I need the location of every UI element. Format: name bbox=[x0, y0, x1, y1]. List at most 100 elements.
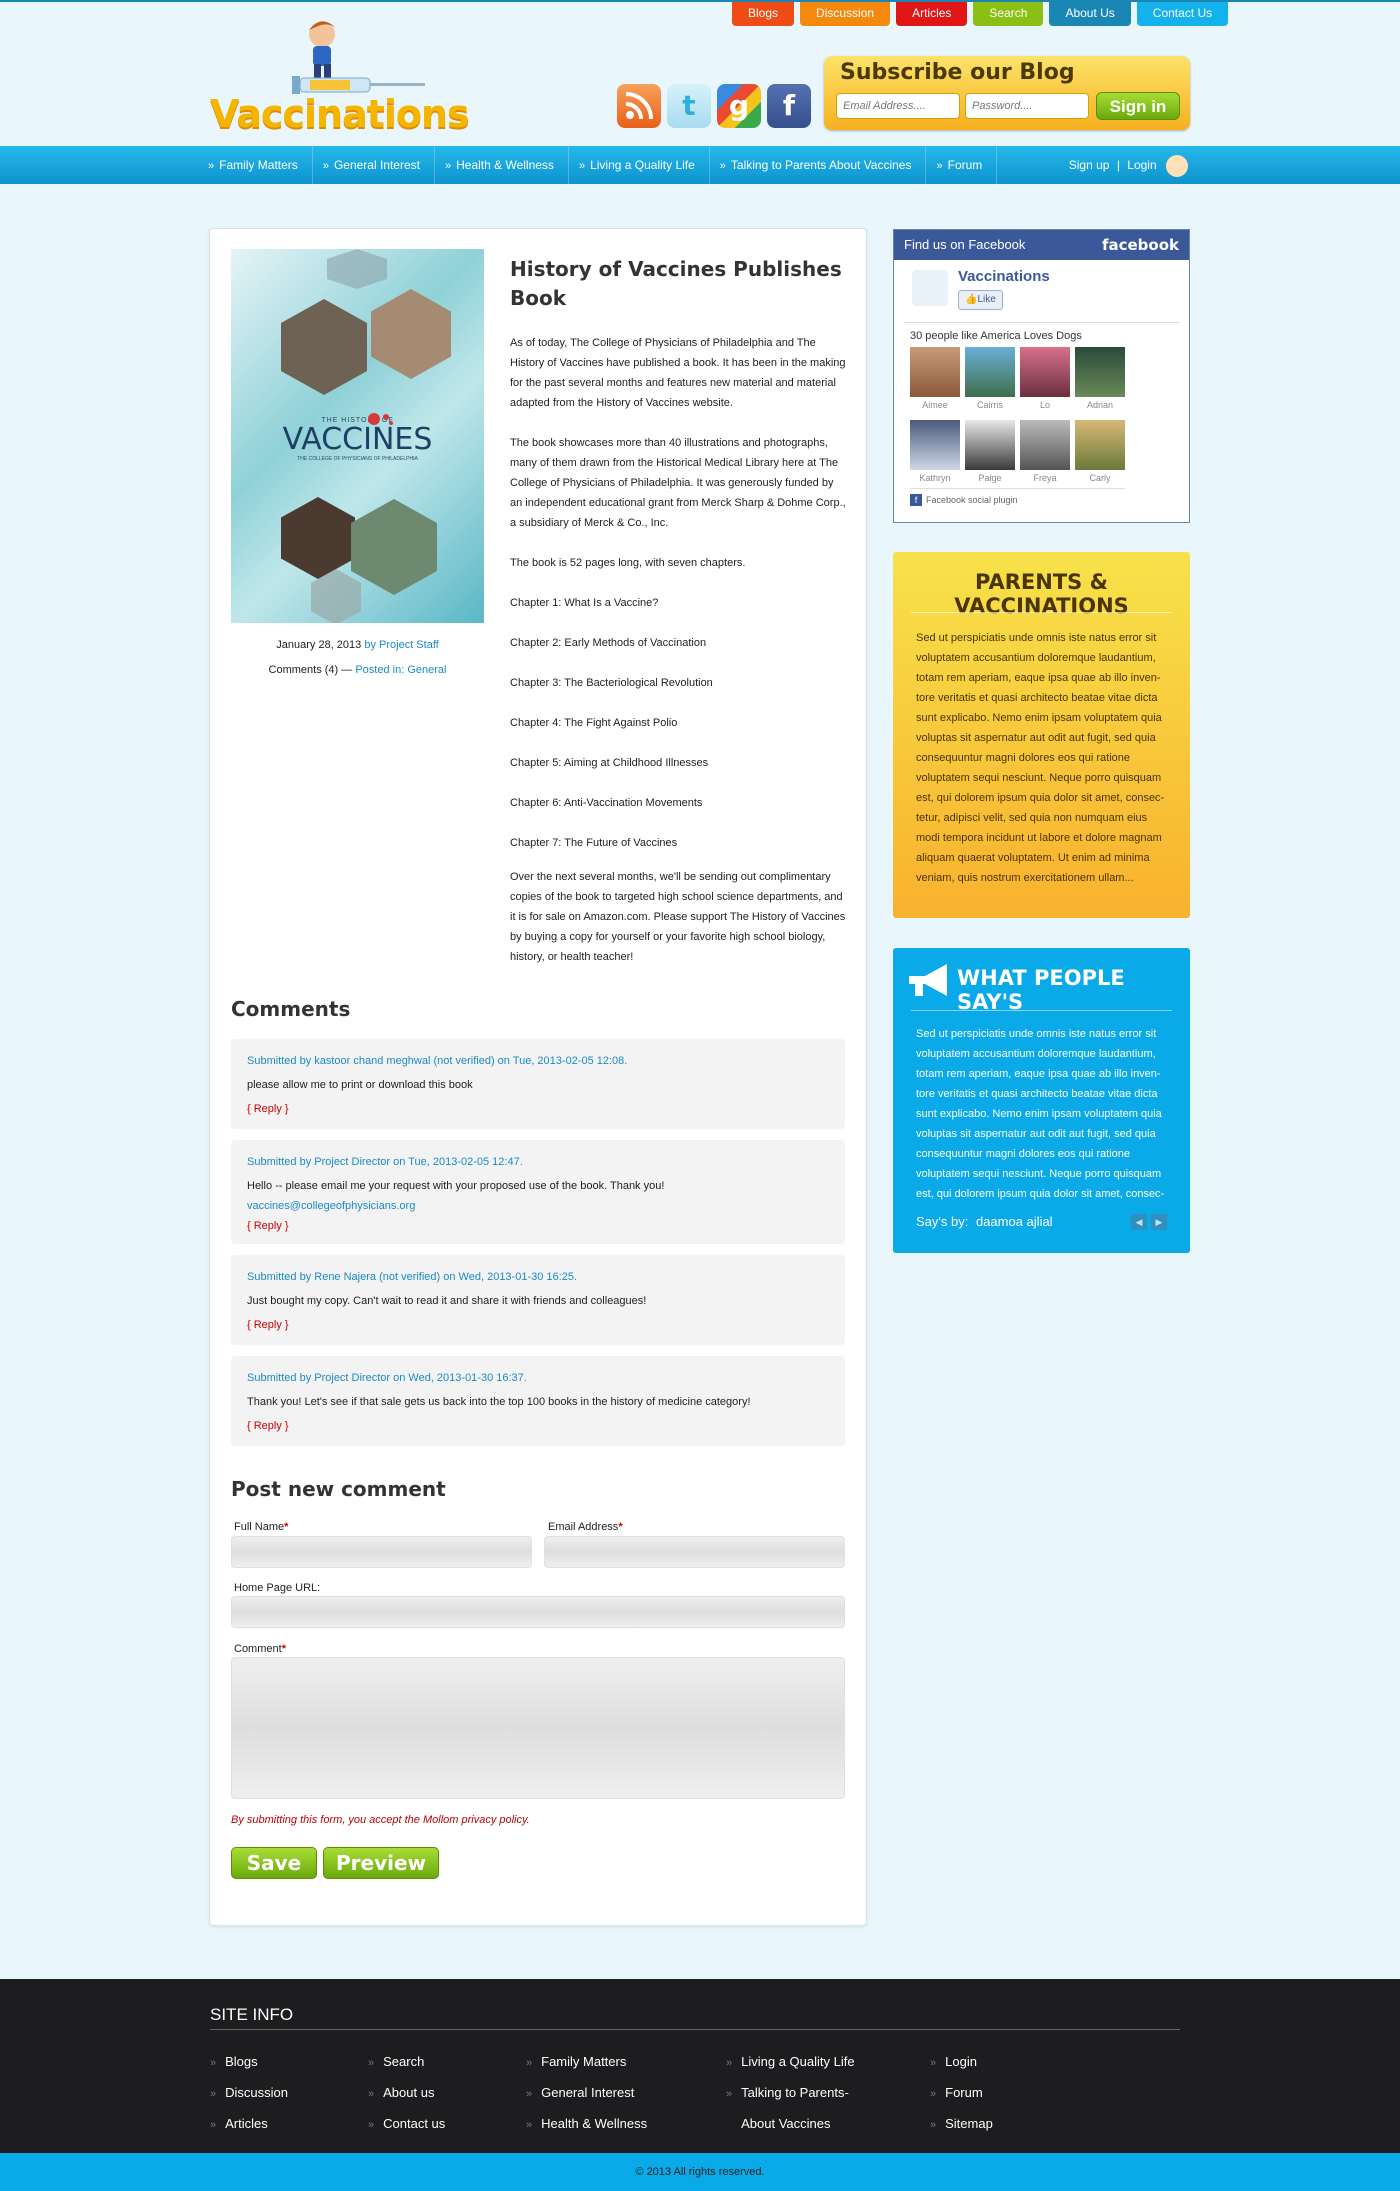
comments-count[interactable]: Comments (4) — bbox=[269, 664, 353, 676]
chevron-double-icon: » bbox=[210, 2088, 217, 2100]
comment-email-link[interactable]: vaccines@collegeofphysicians.org bbox=[247, 1196, 829, 1216]
footer-link[interactable]: » Forum bbox=[930, 2078, 993, 2109]
footer-link[interactable]: » Login bbox=[930, 2047, 993, 2078]
footer-link[interactable]: »About Vaccines bbox=[726, 2109, 855, 2140]
page-avatar[interactable] bbox=[912, 270, 948, 306]
article-paragraph: Over the next several months, we'll be s… bbox=[510, 871, 846, 963]
footer-link[interactable]: » Search bbox=[368, 2047, 445, 2078]
footer-link[interactable]: » Blogs bbox=[210, 2047, 288, 2078]
chapter-item: Chapter 5: Aiming at Childhood Illnesses bbox=[510, 757, 709, 769]
footer-link[interactable]: » General Interest bbox=[526, 2078, 647, 2109]
fb-divider bbox=[910, 488, 1125, 489]
main-content: THE HISTORY OF VACCINES THE COLLEGE OF P… bbox=[209, 228, 867, 1926]
email-field[interactable] bbox=[544, 1536, 845, 1568]
footer-link[interactable]: » Sitemap bbox=[930, 2109, 993, 2140]
fan-avatar[interactable] bbox=[1020, 347, 1070, 397]
comment-item: Submitted by Project Director on Tue, 20… bbox=[231, 1140, 845, 1244]
facebook-icon[interactable]: f bbox=[767, 84, 811, 128]
testimonial-divider bbox=[911, 1010, 1172, 1011]
sign-in-button[interactable]: Sign in bbox=[1096, 92, 1180, 120]
footer-link[interactable]: » Talking to Parents- bbox=[726, 2078, 855, 2109]
top-nav-search[interactable]: Search bbox=[973, 2, 1044, 26]
reply-link[interactable]: { Reply } bbox=[247, 1416, 829, 1436]
footer-link[interactable]: » Living a Quality Life bbox=[726, 2047, 855, 2078]
category-link[interactable]: Posted in: General bbox=[355, 664, 446, 676]
testimonial-box: WHAT PEOPLE SAY'S Sed ut perspiciatis un… bbox=[893, 948, 1190, 1253]
footer-link[interactable]: » Articles bbox=[210, 2109, 288, 2140]
comment-author[interactable]: Submitted by Project Director on Wed, 20… bbox=[247, 1368, 829, 1388]
footer-column: » Blogs » Discussion » Articles bbox=[210, 2047, 288, 2140]
reply-link[interactable]: { Reply } bbox=[247, 1099, 829, 1119]
footer-link[interactable]: » Health & Wellness bbox=[526, 2109, 647, 2140]
footer-link-label: Articles bbox=[225, 2116, 268, 2131]
prev-arrow-icon[interactable]: ◀ bbox=[1131, 1214, 1147, 1230]
save-button[interactable]: Save bbox=[231, 1847, 317, 1879]
author-link[interactable]: by Project Staff bbox=[364, 639, 438, 651]
fan-avatar[interactable] bbox=[1075, 347, 1125, 397]
top-nav-blogs[interactable]: Blogs bbox=[732, 2, 795, 26]
parents-vaccinations-box: PARENTS & VACCINATIONS Sed ut perspiciat… bbox=[893, 552, 1190, 918]
comment-author[interactable]: Submitted by Rene Najera (not verified) … bbox=[247, 1267, 829, 1287]
top-nav-contact[interactable]: Contact Us bbox=[1136, 2, 1229, 26]
fan-avatar[interactable] bbox=[1075, 420, 1125, 470]
google-icon[interactable]: g bbox=[717, 84, 761, 128]
footer-link[interactable]: » Contact us bbox=[368, 2109, 445, 2140]
reply-link[interactable]: { Reply } bbox=[247, 1315, 829, 1335]
testimonial-text: Sed ut perspiciatis unde omnis iste natu… bbox=[916, 1028, 1165, 1200]
fan-name: Adrian bbox=[1086, 400, 1113, 410]
fan-name: Paige bbox=[978, 473, 1002, 483]
homepage-label: Home Page URL: bbox=[234, 1582, 321, 1594]
footer-link[interactable]: » About us bbox=[368, 2078, 445, 2109]
book-cover-image[interactable]: THE HISTORY OF VACCINES THE COLLEGE OF P… bbox=[231, 249, 484, 623]
comment-author[interactable]: Submitted by kastoor chand meghwal (not … bbox=[247, 1051, 829, 1071]
fan-avatar[interactable] bbox=[965, 420, 1015, 470]
fb-plugin-note[interactable]: f Facebook social plugin bbox=[910, 494, 1018, 506]
twitter-icon[interactable]: t bbox=[667, 84, 711, 128]
article-paragraph: As of today, The College of Physicians o… bbox=[510, 337, 846, 409]
logo-text: Vaccinations bbox=[210, 92, 470, 136]
post-comment-heading: Post new comment bbox=[231, 1477, 446, 1501]
preview-button[interactable]: Preview bbox=[323, 1847, 439, 1879]
homepage-url-field[interactable] bbox=[231, 1596, 845, 1628]
chevron-double-icon: » bbox=[726, 2057, 733, 2069]
comment-textarea[interactable] bbox=[231, 1657, 845, 1799]
chevron-double-icon: » bbox=[930, 2057, 937, 2069]
nav-family-matters[interactable]: » Family Matters bbox=[208, 146, 313, 184]
fan-avatar[interactable] bbox=[910, 420, 960, 470]
top-nav-about[interactable]: About Us bbox=[1049, 2, 1131, 26]
next-arrow-icon[interactable]: ▶ bbox=[1151, 1214, 1167, 1230]
top-nav-discussion[interactable]: Discussion bbox=[800, 2, 891, 26]
chevron-double-icon: » bbox=[322, 160, 329, 172]
footer-link[interactable]: » Discussion bbox=[210, 2078, 288, 2109]
footer-link-label: Talking to Parents- bbox=[741, 2085, 849, 2100]
top-nav-articles[interactable]: Articles bbox=[896, 2, 968, 26]
subscribe-password-input[interactable] bbox=[965, 93, 1089, 119]
email-label: Email Address* bbox=[548, 1521, 623, 1533]
login-link[interactable]: Login bbox=[1127, 158, 1156, 172]
fan-avatar[interactable] bbox=[910, 347, 960, 397]
rss-icon[interactable] bbox=[617, 84, 661, 128]
fan-avatar[interactable] bbox=[965, 347, 1015, 397]
nav-quality-life[interactable]: » Living a Quality Life bbox=[579, 146, 710, 184]
comment-author[interactable]: Submitted by Project Director on Tue, 20… bbox=[247, 1152, 829, 1172]
full-name-field[interactable] bbox=[231, 1536, 532, 1568]
facebook-widget: Find us on Facebook facebook Vaccination… bbox=[893, 229, 1190, 523]
site-logo[interactable]: Vaccinations bbox=[210, 16, 470, 136]
subscribe-email-input[interactable] bbox=[836, 93, 960, 119]
like-label: Like bbox=[977, 294, 996, 305]
fb-plugin-text: Facebook social plugin bbox=[926, 495, 1018, 505]
logo-mascot-icon bbox=[292, 21, 425, 94]
reply-link[interactable]: { Reply } bbox=[247, 1216, 829, 1236]
nav-forum[interactable]: » Forum bbox=[936, 146, 998, 184]
like-button[interactable]: 👍Like bbox=[958, 290, 1003, 310]
nav-talking-parents[interactable]: » Talking to Parents About Vaccines bbox=[720, 146, 927, 184]
facebook-page-name[interactable]: Vaccinations bbox=[958, 268, 1050, 285]
signup-link[interactable]: Sign up bbox=[1069, 158, 1110, 172]
thumbs-up-icon: 👍 bbox=[965, 294, 978, 305]
nav-general-interest[interactable]: » General Interest bbox=[323, 146, 435, 184]
footer-link-label: Login bbox=[945, 2054, 977, 2069]
chevron-double-icon: » bbox=[368, 2057, 375, 2069]
nav-health-wellness[interactable]: » Health & Wellness bbox=[445, 146, 569, 184]
fan-avatar[interactable] bbox=[1020, 420, 1070, 470]
footer-link[interactable]: » Family Matters bbox=[526, 2047, 647, 2078]
